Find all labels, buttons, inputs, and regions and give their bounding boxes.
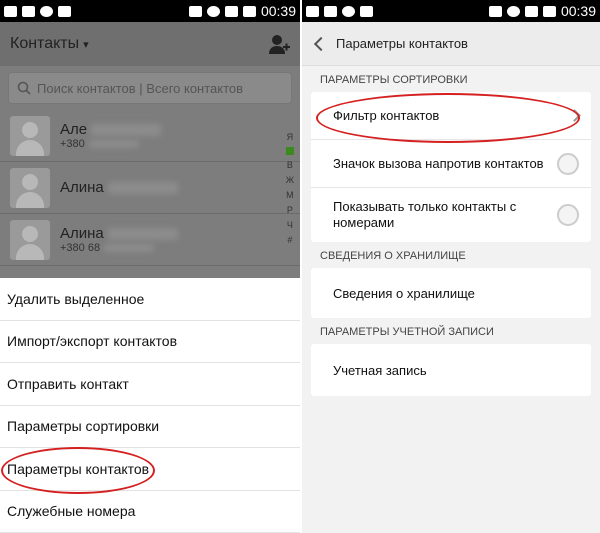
settings-header: Параметры контактов: [302, 22, 600, 66]
contacts-title[interactable]: Контакты: [10, 35, 79, 53]
highlight-ellipse: [1, 447, 155, 494]
contact-phone: +380: [60, 138, 85, 150]
alpha-current-marker: [285, 147, 294, 155]
alphabet-index[interactable]: Я В Ж М Р Ч #: [286, 132, 294, 245]
contacts-screen: 00:39 Контакты ▾ Поиск контактов | Всего…: [0, 0, 300, 533]
search-placeholder: Поиск контактов | Всего контактов: [37, 80, 244, 96]
alpha-letter[interactable]: Я: [287, 132, 294, 142]
mail-icon: [324, 5, 337, 17]
mute-icon: [488, 5, 502, 17]
search-icon: [17, 81, 31, 95]
signal-icon: [524, 5, 538, 17]
only-with-numbers-toggle[interactable]: [557, 204, 579, 226]
contacts-header: Контакты ▾: [0, 22, 300, 66]
contact-name: Але: [60, 121, 88, 138]
account-card: Учетная запись: [311, 344, 591, 396]
app-icon: [58, 5, 71, 17]
alpha-letter[interactable]: Ж: [286, 175, 294, 185]
battery-icon: [242, 5, 256, 17]
menu-item-sort-settings[interactable]: Параметры сортировки: [0, 406, 300, 448]
list-item[interactable]: Алина: [0, 162, 300, 214]
menu-item-import-export[interactable]: Импорт/экспорт контактов: [0, 321, 300, 363]
status-time: 00:39: [260, 3, 296, 19]
mail-icon: [22, 5, 35, 17]
add-contact-icon[interactable]: [268, 33, 290, 55]
page-title: Параметры контактов: [336, 36, 468, 51]
highlight-ellipse: [316, 93, 580, 143]
menu-item-send-contact[interactable]: Отправить контакт: [0, 363, 300, 406]
storage-info-label: Сведения о хранилище: [333, 285, 475, 301]
contact-name: Алина: [60, 179, 104, 196]
status-bar: 00:39: [302, 0, 600, 22]
battery-icon: [542, 5, 556, 17]
contact-settings-screen: 00:39 Параметры контактов ПАРАМЕТРЫ СОРТ…: [302, 0, 600, 533]
account-label: Учетная запись: [333, 362, 427, 378]
options-menu: Удалить выделенное Импорт/экспорт контак…: [0, 278, 300, 533]
alpha-letter[interactable]: #: [287, 235, 292, 245]
only-with-numbers-setting[interactable]: Показывать только контакты с номерами: [311, 188, 591, 242]
chevron-down-icon[interactable]: ▾: [83, 38, 89, 51]
account-item[interactable]: Учетная запись: [311, 344, 591, 396]
alpha-letter[interactable]: Р: [287, 205, 293, 215]
only-with-numbers-label: Показывать только контакты с номерами: [333, 199, 517, 230]
sim-icon: [4, 5, 17, 17]
alpha-letter[interactable]: Ч: [287, 220, 293, 230]
wifi-icon: [206, 5, 220, 17]
status-time: 00:39: [560, 3, 596, 19]
section-title-sorting: ПАРАМЕТРЫ СОРТИРОВКИ: [320, 74, 468, 86]
alpha-letter[interactable]: В: [287, 160, 293, 170]
avatar: [10, 115, 50, 156]
list-item[interactable]: Алина +380 68: [0, 214, 300, 266]
menu-item-delete-selected[interactable]: Удалить выделенное: [0, 278, 300, 321]
call-icon-toggle[interactable]: [557, 152, 579, 175]
sim-icon: [306, 5, 319, 17]
back-arrow-icon[interactable]: [313, 36, 329, 51]
list-item[interactable]: Але +380: [0, 110, 300, 162]
avatar: [10, 167, 50, 208]
app-icon: [360, 5, 373, 17]
mute-icon: [188, 5, 202, 17]
wifi-icon: [506, 5, 520, 17]
contacts-list-dimmed: Контакты ▾ Поиск контактов | Всего конта…: [0, 22, 300, 278]
menu-item-service-numbers[interactable]: Служебные номера: [0, 491, 300, 533]
signal-icon: [224, 5, 238, 17]
call-icon-setting-label: Значок вызова напротив контактов: [333, 156, 544, 171]
section-title-storage: СВЕДЕНИЯ О ХРАНИЛИЩЕ: [320, 250, 466, 262]
storage-info-item[interactable]: Сведения о хранилище: [311, 268, 591, 318]
contact-name: Алина: [60, 225, 104, 242]
call-icon-setting[interactable]: Значок вызова напротив контактов: [311, 140, 591, 188]
gamepad-icon: [40, 5, 53, 17]
avatar: [10, 219, 50, 260]
alpha-letter[interactable]: М: [286, 190, 294, 200]
gamepad-icon: [342, 5, 355, 17]
status-bar: 00:39: [0, 0, 300, 22]
section-title-account: ПАРАМЕТРЫ УЧЕТНОЙ ЗАПИСИ: [320, 326, 494, 338]
contact-phone: +380 68: [60, 242, 101, 254]
search-input[interactable]: Поиск контактов | Всего контактов: [8, 72, 292, 104]
storage-card: Сведения о хранилище: [311, 268, 591, 318]
